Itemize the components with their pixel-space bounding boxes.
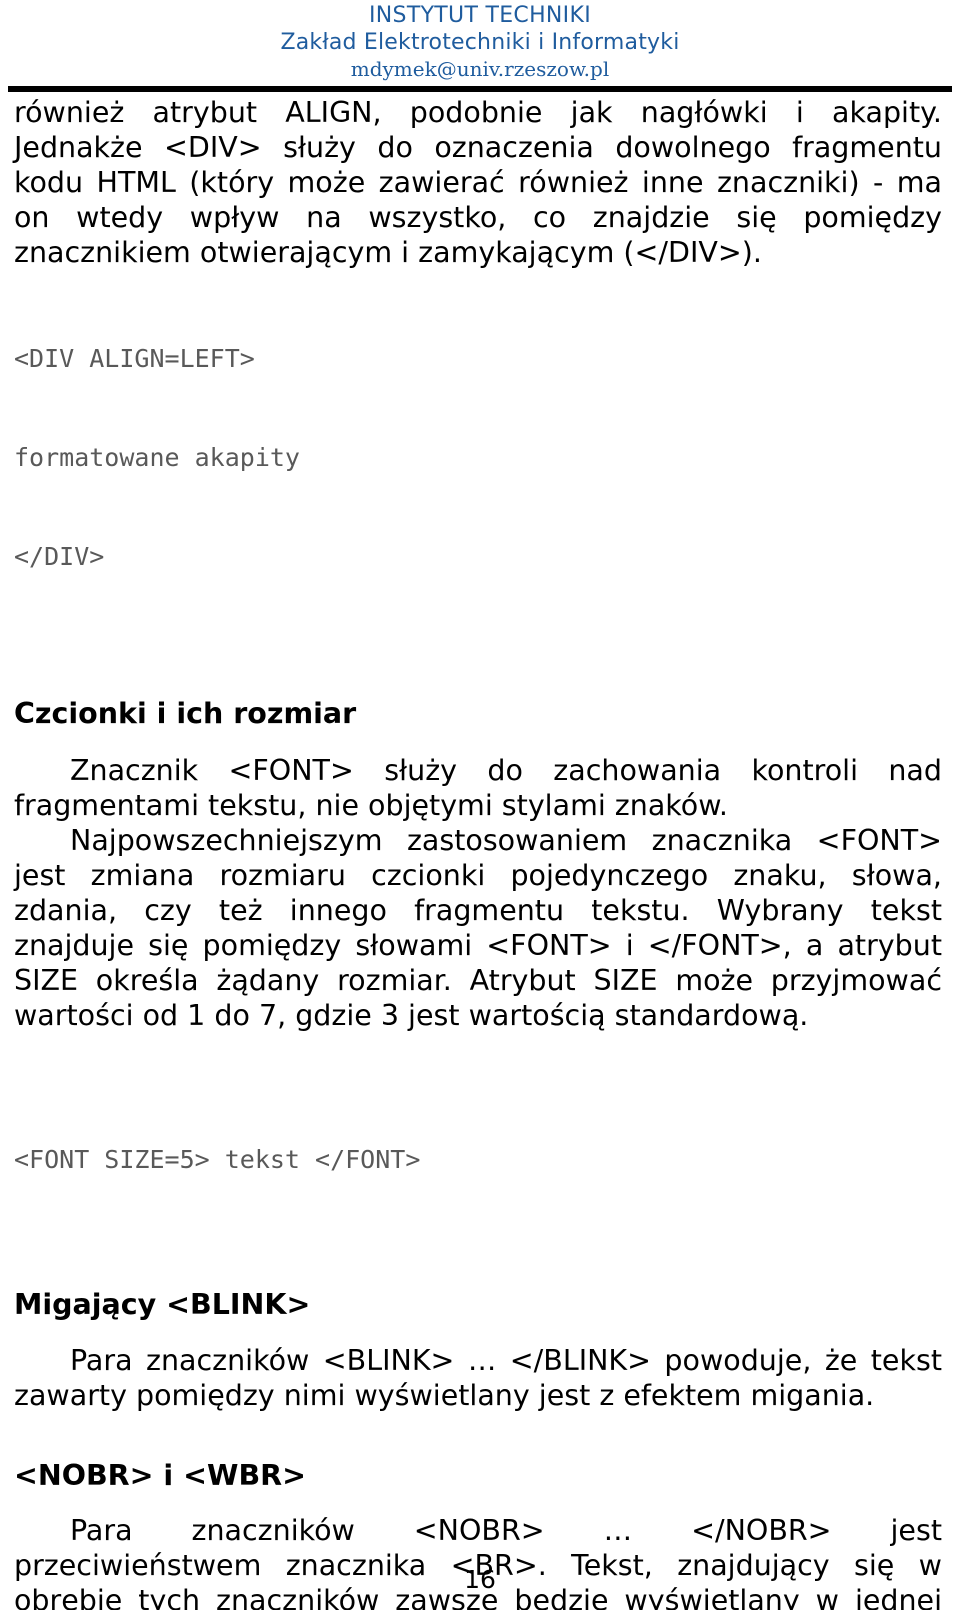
document-page: INSTYTUT TECHNIKI Zakład Elektrotechniki… <box>0 0 960 1610</box>
header-department-line: Zakład Elektrotechniki i Informatyki <box>280 29 680 55</box>
heading-migajacy-blink: Migający <BLINK> <box>14 1288 311 1322</box>
document-header: INSTYTUT TECHNIKI Zakład Elektrotechniki… <box>0 0 960 82</box>
header-divider-rule <box>8 85 952 92</box>
paragraph-font-size-attribute: Najpowszechniejszym zastosowaniem znaczn… <box>14 824 942 1033</box>
code-block-div-example: <DIV ALIGN=LEFT> formatowane akapity </D… <box>14 276 942 639</box>
code-block-font-example: <FONT SIZE=5> tekst </FONT> <box>14 1077 942 1242</box>
page-footer: 16 <box>0 1565 960 1594</box>
paragraph-font-tag-intro: Znacznik <FONT> służy do zachowania kont… <box>14 754 942 823</box>
code-line: </DIV> <box>14 541 105 571</box>
page-number: 16 <box>464 1565 496 1594</box>
code-line: <FONT SIZE=5> tekst </FONT> <box>14 1145 421 1175</box>
heading-nobr-i-wbr: <NOBR> i <WBR> <box>14 1458 306 1492</box>
code-line: formatowane akapity <box>14 442 300 472</box>
paragraph-nobr-description: Para znaczników <NOBR> … </NOBR> jest pr… <box>14 1513 942 1610</box>
heading-czcionki-i-ich-rozmiar: Czcionki i ich rozmiar <box>14 696 357 730</box>
paragraph-blink-description: Para znaczników <BLINK> … </BLINK> powod… <box>14 1343 942 1412</box>
header-institute-line: INSTYTUT TECHNIKI <box>369 3 591 28</box>
code-line: <DIV ALIGN=LEFT> <box>14 343 255 373</box>
document-body: również atrybut ALIGN, podobnie jak nagł… <box>0 95 960 1610</box>
paragraph-div-attribute: również atrybut ALIGN, podobnie jak nagł… <box>14 95 942 269</box>
header-email-line: mdymek@univ.rzeszow.pl <box>350 57 610 82</box>
